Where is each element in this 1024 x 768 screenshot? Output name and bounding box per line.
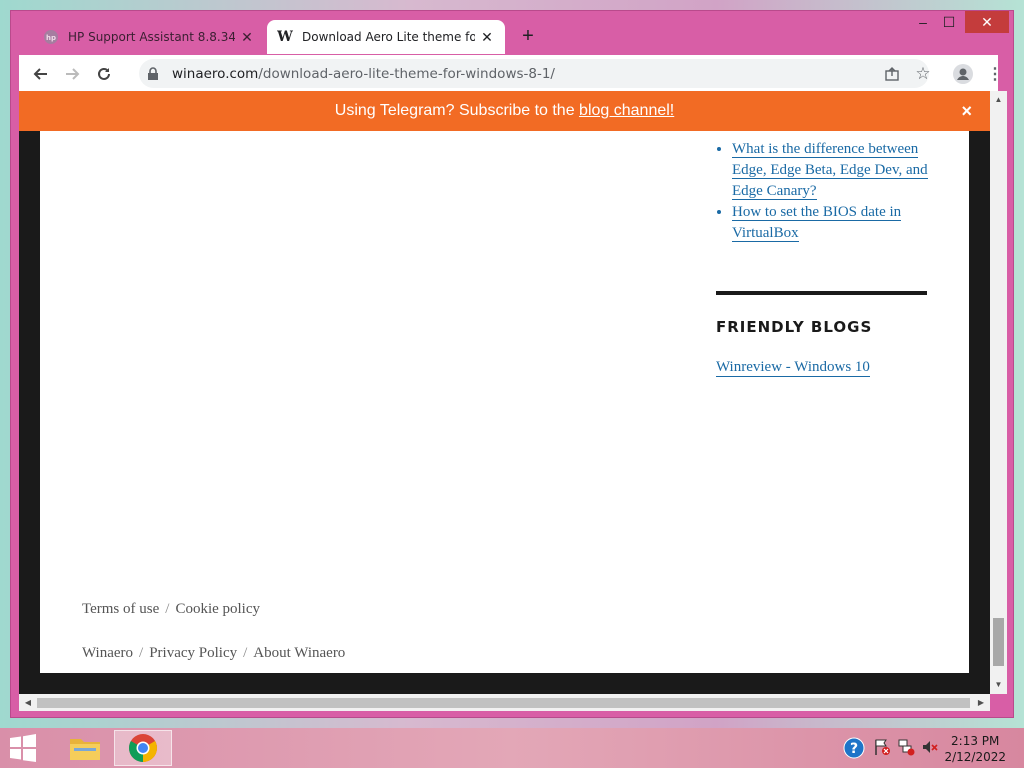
post-link[interactable]: What is the difference between Edge, Edg… bbox=[732, 141, 928, 200]
winaero-link[interactable]: Winaero bbox=[82, 645, 133, 661]
footer-links-row-2: Winaero / Privacy Policy / About Winaero bbox=[82, 645, 345, 662]
clock-time: 2:13 PM bbox=[951, 734, 1000, 748]
scroll-left-icon[interactable]: ◀ bbox=[21, 694, 35, 711]
widget-divider bbox=[716, 291, 927, 295]
new-tab-button[interactable]: + bbox=[517, 25, 539, 47]
taskbar: ? 2:13 PM 2/12/2022 bbox=[0, 728, 1024, 768]
about-link[interactable]: About Winaero bbox=[253, 645, 345, 661]
recent-posts-list: What is the difference between Edge, Edg… bbox=[716, 131, 936, 244]
list-item: How to set the BIOS date in VirtualBox bbox=[732, 202, 936, 244]
separator: / bbox=[139, 645, 144, 661]
url-domain: winaero.com bbox=[172, 65, 259, 82]
system-clock[interactable]: 2:13 PM 2/12/2022 bbox=[944, 733, 1006, 765]
browser-toolbar: winaero.com/download-aero-lite-theme-for… bbox=[19, 55, 1003, 91]
help-icon[interactable]: ? bbox=[843, 737, 865, 759]
separator: / bbox=[243, 645, 248, 661]
footer-links-row-1: Terms of use / Cookie policy bbox=[82, 601, 260, 618]
page-viewport: Using Telegram? Subscribe to the blog ch… bbox=[19, 91, 990, 694]
post-link[interactable]: How to set the BIOS date in VirtualBox bbox=[732, 204, 902, 242]
action-center-flag-icon[interactable] bbox=[873, 738, 891, 756]
hp-icon: hp bbox=[43, 29, 59, 45]
scroll-down-icon[interactable]: ▼ bbox=[990, 678, 1007, 692]
arrow-left-icon bbox=[33, 68, 47, 80]
browser-window: hp HP Support Assistant 8.8.34.31 - ✕ W … bbox=[10, 10, 1014, 718]
star-icon: ☆ bbox=[915, 64, 931, 83]
winreview-link[interactable]: Winreview - Windows 10 bbox=[716, 359, 870, 377]
tab-winaero[interactable]: W Download Aero Lite theme for W ✕ bbox=[267, 20, 505, 54]
telegram-banner: Using Telegram? Subscribe to the blog ch… bbox=[19, 91, 990, 131]
windows-logo-icon bbox=[10, 734, 36, 762]
close-icon[interactable]: × bbox=[961, 101, 972, 122]
share-icon bbox=[885, 67, 899, 81]
bookmark-button[interactable]: ☆ bbox=[912, 63, 934, 85]
close-icon[interactable]: ✕ bbox=[479, 29, 495, 45]
lock-icon bbox=[147, 66, 161, 81]
blog-channel-link[interactable]: blog channel! bbox=[579, 102, 674, 120]
reload-icon bbox=[98, 67, 110, 80]
banner-text: Using Telegram? Subscribe to the bbox=[334, 102, 580, 119]
clock-date: 2/12/2022 bbox=[944, 750, 1006, 764]
list-item: What is the difference between Edge, Edg… bbox=[732, 139, 936, 202]
privacy-policy-link[interactable]: Privacy Policy bbox=[149, 645, 237, 661]
forward-button[interactable] bbox=[61, 63, 83, 85]
page-content: What is the difference between Edge, Edg… bbox=[40, 131, 969, 673]
url-text: winaero.com/download-aero-lite-theme-for… bbox=[172, 66, 555, 82]
maximize-button[interactable]: ☐ bbox=[935, 11, 963, 33]
url-path: /download-aero-lite-theme-for-windows-8-… bbox=[258, 65, 555, 82]
menu-button[interactable]: ⋮ bbox=[984, 63, 1006, 85]
file-explorer-button[interactable] bbox=[56, 730, 114, 766]
vertical-scrollbar[interactable]: ▲ ▼ bbox=[990, 91, 1007, 694]
folder-icon bbox=[70, 739, 100, 760]
scroll-thumb[interactable] bbox=[993, 618, 1004, 666]
avatar bbox=[953, 64, 973, 84]
tab-title: HP Support Assistant 8.8.34.31 - bbox=[68, 30, 235, 44]
svg-text:?: ? bbox=[850, 741, 858, 757]
winaero-w-icon: W bbox=[277, 29, 293, 45]
back-button[interactable] bbox=[30, 63, 52, 85]
profile-button[interactable] bbox=[952, 63, 974, 85]
cookie-policy-link[interactable]: Cookie policy bbox=[175, 601, 260, 617]
start-button[interactable] bbox=[8, 734, 38, 762]
network-icon[interactable] bbox=[897, 738, 915, 756]
reload-button[interactable] bbox=[93, 63, 115, 85]
separator: / bbox=[165, 601, 170, 617]
minimize-button[interactable]: – bbox=[909, 11, 937, 33]
arrow-right-icon bbox=[66, 68, 80, 80]
chrome-icon bbox=[129, 734, 157, 762]
address-bar[interactable]: winaero.com/download-aero-lite-theme-for… bbox=[139, 59, 929, 88]
more-vertical-icon: ⋮ bbox=[987, 66, 1003, 83]
friendly-blogs-heading: FRIENDLY BLOGS bbox=[716, 318, 873, 336]
chrome-taskbar-button[interactable] bbox=[114, 730, 172, 766]
terms-link[interactable]: Terms of use bbox=[82, 601, 159, 617]
tab-title: Download Aero Lite theme for W bbox=[302, 30, 475, 44]
scroll-right-icon[interactable]: ▶ bbox=[974, 694, 988, 711]
share-button[interactable] bbox=[881, 63, 903, 85]
close-icon[interactable]: ✕ bbox=[239, 29, 255, 45]
scroll-thumb[interactable] bbox=[37, 698, 970, 708]
tab-hp-support[interactable]: hp HP Support Assistant 8.8.34.31 - ✕ bbox=[33, 20, 265, 54]
svg-text:hp: hp bbox=[46, 34, 56, 42]
volume-muted-icon[interactable] bbox=[921, 738, 939, 756]
horizontal-scrollbar[interactable]: ◀ ▶ bbox=[19, 694, 990, 711]
tab-strip: hp HP Support Assistant 8.8.34.31 - ✕ W … bbox=[11, 11, 1013, 55]
scroll-up-icon[interactable]: ▲ bbox=[990, 93, 1007, 107]
window-close-button[interactable]: ✕ bbox=[965, 11, 1009, 33]
